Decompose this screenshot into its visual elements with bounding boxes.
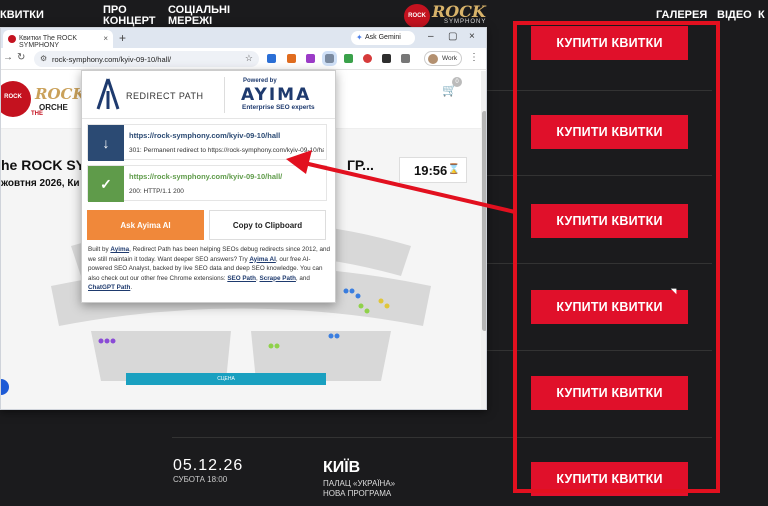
buy-tickets-button[interactable]: КУПИТИ КВИТКИ (531, 26, 688, 60)
checkmark-icon: ✓ (88, 166, 124, 202)
page-scrollbar[interactable] (481, 71, 486, 409)
tab-title: Квитки The ROCK SYMPHONY (19, 35, 78, 49)
site-info-icon[interactable]: ⚙ (40, 54, 47, 63)
buy-tickets-button[interactable]: КУПИТИ КВИТКИ (531, 376, 688, 410)
webpage-logo-badge[interactable]: ROCK (1, 81, 31, 117)
footer-text: , and (295, 274, 310, 282)
nav-more-link[interactable]: К (758, 9, 765, 21)
ask-gemini-button[interactable]: ✦ Ask Gemini (351, 31, 415, 45)
extension-icon[interactable] (267, 54, 276, 63)
browser-tab[interactable]: Квитки The ROCK SYMPHONY × (3, 30, 113, 49)
site-logo-badge[interactable]: ROCK (404, 4, 430, 28)
tab-close-icon[interactable]: × (103, 34, 108, 43)
timer-value: 19:56 (414, 163, 448, 178)
gemini-sparkle-icon: ✦ (356, 33, 363, 42)
hop-url: https://rock-symphony.com/kyiv-09-10/hal… (129, 172, 283, 181)
countdown-timer: 19:56 ⌛ (399, 157, 467, 183)
nav-social-line2[interactable]: МЕРЕЖІ (168, 15, 212, 27)
redirect-hop-2[interactable]: ✓ https://rock-symphony.com/kyiv-09-10/h… (87, 165, 327, 202)
popup-footer-text: Built by Ayima, Redirect Path has been h… (88, 246, 331, 291)
event-city: КИЇВ (323, 459, 361, 476)
hop-status: 301: Permanent redirect to https://rock-… (129, 147, 324, 154)
basket-count-badge: 0 (452, 77, 462, 87)
maximize-icon[interactable]: ▢ (448, 31, 457, 42)
popup-header: REDIRECT PATH Powered by AYIMA Enterpris… (82, 71, 335, 119)
forward-icon[interactable]: → (3, 52, 13, 63)
event-day-time: СУБОТА 18:00 (173, 475, 228, 484)
event-venue-line2: НОВА ПРОГРАМА (323, 489, 392, 498)
chat-widget-icon[interactable] (1, 379, 9, 395)
extension-icon[interactable] (344, 54, 353, 63)
ayima-link[interactable]: Ayima (110, 246, 129, 253)
header-divider (224, 77, 225, 113)
redirect-path-popup: REDIRECT PATH Powered by AYIMA Enterpris… (81, 70, 336, 303)
menu-kebab-icon[interactable]: ⋮ (469, 52, 479, 63)
window-close-icon[interactable]: × (469, 31, 475, 42)
nav-about-line2[interactable]: КОНЦЕРТ (103, 15, 156, 27)
minimize-icon[interactable]: – (428, 31, 434, 42)
browser-window: Квитки The ROCK SYMPHONY × + ✦ Ask Gemin… (0, 27, 487, 410)
profile-button[interactable]: Work (424, 51, 462, 66)
scrape-path-link[interactable]: Scrape Path (260, 275, 296, 282)
hourglass-icon: ⌛ (447, 164, 460, 175)
event-venue-line1: ПАЛАЦ «УКРАЇНА» (323, 479, 396, 488)
site-logo-sub: SYMPHONY (444, 19, 487, 25)
row-divider (172, 437, 712, 438)
highlight-annotation-box (513, 21, 720, 493)
ayima-ai-link[interactable]: Ayima AI (249, 256, 275, 263)
buy-tickets-button[interactable]: КУПИТИ КВИТКИ (531, 204, 688, 238)
powered-by-label: Powered by (243, 78, 277, 84)
ayima-brand[interactable]: AYIMA (241, 85, 311, 105)
bookmark-star-icon[interactable]: ☆ (245, 53, 253, 64)
footer-text: . (130, 284, 133, 291)
buy-tickets-button[interactable]: КУПИТИ КВИТКИ (531, 290, 688, 324)
tab-strip: Квитки The ROCK SYMPHONY × + ✦ Ask Gemin… (1, 28, 486, 49)
hop-status: 200: HTTP/1.1 200 (129, 188, 184, 195)
hop-url: https://rock-symphony.com/kyiv-09-10/hal… (129, 131, 281, 140)
tab-favicon-icon (8, 35, 16, 43)
new-tab-icon[interactable]: + (119, 31, 126, 45)
copy-to-clipboard-button[interactable]: Copy to Clipboard (209, 210, 326, 240)
redirect-hop-1[interactable]: ↓ https://rock-symphony.com/kyiv-09-10/h… (87, 124, 327, 161)
ask-gemini-label: Ask Gemini (365, 34, 401, 41)
redirect-path-extension-icon[interactable] (322, 51, 337, 66)
event-date: 05.12.26 (173, 457, 244, 474)
event-title-right: ГР... (347, 157, 374, 173)
nav-tickets-link[interactable]: КВИТКИ (0, 9, 44, 21)
chatgpt-path-link[interactable]: ChatGPT Path (88, 284, 130, 291)
nav-gallery-link[interactable]: ГАЛЕРЕЯ (656, 9, 707, 21)
extension-name: REDIRECT PATH (126, 91, 204, 101)
event-date-line: жовтня 2026, Ки (1, 178, 80, 189)
stage-label: СЦЕНА (126, 373, 326, 385)
buy-tickets-button[interactable]: КУПИТИ КВИТКИ (531, 115, 688, 149)
extension-icon[interactable] (287, 54, 296, 63)
buy-tickets-button[interactable]: КУПИТИ КВИТКИ (531, 462, 688, 496)
footer-text: Built by (88, 246, 111, 253)
redirect-path-logo-icon (96, 78, 120, 110)
seo-path-link[interactable]: SEO Path (227, 275, 256, 282)
extension-icon[interactable] (382, 54, 391, 63)
address-url: rock-symphony.com/kyiv-09-10/hall/ (52, 55, 172, 64)
puzzle-extensions-icon[interactable] (401, 54, 410, 63)
event-venue: ПАЛАЦ «УКРАЇНА» НОВА ПРОГРАМА (323, 479, 395, 499)
reload-icon[interactable]: ↻ (17, 52, 25, 63)
address-bar[interactable]: ⚙ rock-symphony.com/kyiv-09-10/hall/ ☆ (34, 51, 259, 67)
webpage-logo-word[interactable]: ROCK (35, 85, 86, 103)
nav-video-link[interactable]: ВІДЕО (717, 9, 752, 21)
extension-icon[interactable] (363, 54, 372, 63)
ayima-tagline: Enterprise SEO experts (242, 104, 315, 111)
event-title-left: he ROCK SY (1, 157, 86, 173)
browser-toolbar: → ↻ ⚙ rock-symphony.com/kyiv-09-10/hall/… (1, 48, 486, 70)
scrollbar-thumb[interactable] (482, 111, 486, 331)
profile-label: Work (442, 55, 458, 62)
redirect-arrow-down-icon: ↓ (88, 125, 124, 161)
webpage-logo-sub: ORCHE (39, 103, 68, 112)
avatar (428, 54, 438, 64)
extension-icon[interactable] (306, 54, 315, 63)
ask-ayima-ai-button[interactable]: Ask Ayima AI (87, 210, 204, 240)
